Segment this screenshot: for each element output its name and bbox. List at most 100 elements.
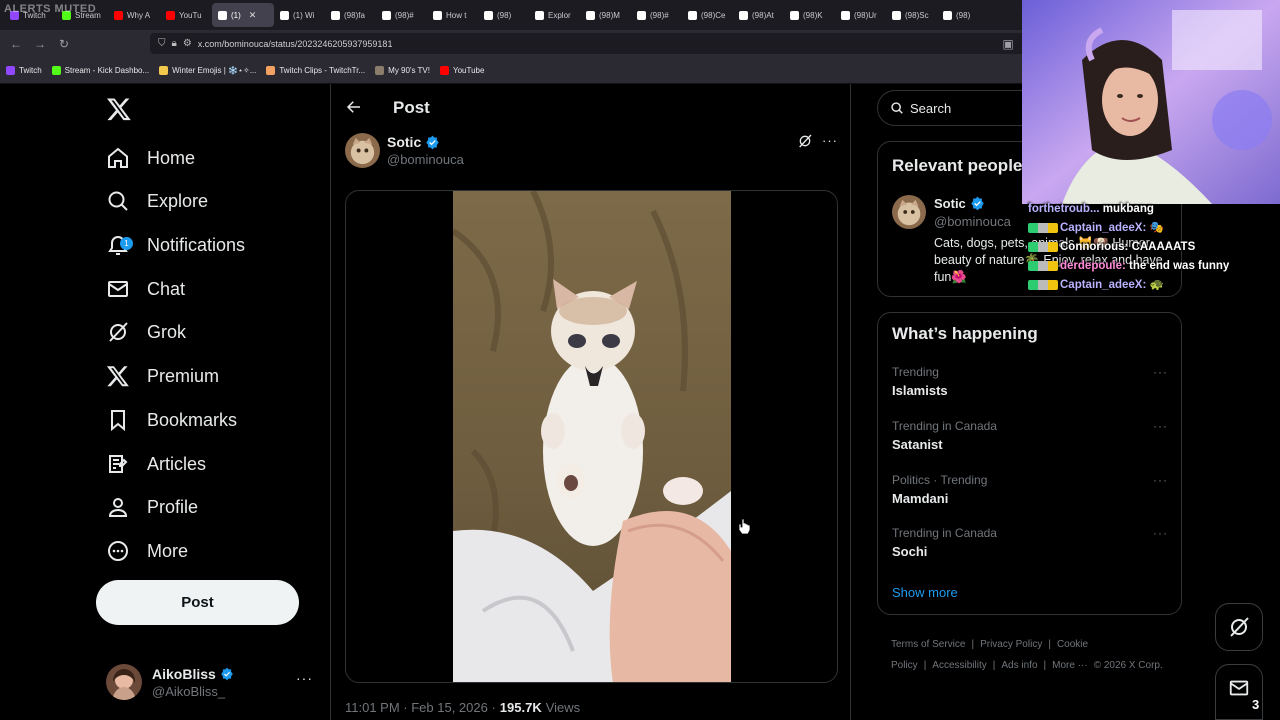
- trend-more-icon[interactable]: ···: [1153, 365, 1168, 379]
- footer-link[interactable]: More ···: [1052, 660, 1088, 671]
- footer-link[interactable]: Ads info: [1001, 660, 1037, 671]
- browser-tab[interactable]: (98)K: [784, 3, 835, 27]
- nav-chat[interactable]: Chat: [106, 269, 185, 309]
- relevant-person-handle[interactable]: @bominouca: [934, 214, 1011, 229]
- author-name[interactable]: Sotic: [387, 134, 440, 150]
- browser-tab[interactable]: YouTu: [160, 3, 212, 27]
- nav-explore-label: Explore: [147, 190, 209, 211]
- back-arrow-icon[interactable]: [345, 98, 363, 116]
- footer-separator: |: [923, 660, 927, 671]
- address-bar[interactable]: ⛉ 🔒︎ ⚙︎ x.com/bominouca/status/202324620…: [150, 33, 1030, 54]
- browser-tab[interactable]: (98): [937, 3, 988, 27]
- bookmark-item[interactable]: Twitch Clips - TwitchTr...: [266, 65, 365, 75]
- nav-bookmarks[interactable]: Bookmarks: [106, 400, 237, 440]
- bookmark-favicon-icon: [440, 65, 449, 75]
- forward-nav-icon[interactable]: →: [28, 32, 52, 56]
- trend-more-icon[interactable]: ···: [1153, 473, 1168, 487]
- browser-tab[interactable]: (98)M: [580, 3, 631, 27]
- browser-tab[interactable]: (1) Wi: [274, 3, 325, 27]
- browser-tab[interactable]: How t: [427, 3, 478, 27]
- browser-tab[interactable]: (98)#: [631, 3, 682, 27]
- nav-more[interactable]: More: [106, 531, 188, 571]
- show-more-link[interactable]: Show more: [892, 585, 958, 600]
- bookmark-item[interactable]: Stream - Kick Dashbo...: [51, 65, 149, 75]
- tab-favicon-icon: [841, 10, 850, 20]
- post-more-icon[interactable]: ···: [822, 133, 838, 148]
- account-more-icon[interactable]: ···: [296, 670, 313, 686]
- trend-item[interactable]: Politics · Trending Mamdani ···: [892, 473, 1172, 513]
- nav-premium[interactable]: Premium: [106, 356, 219, 396]
- grok-icon[interactable]: [797, 133, 813, 149]
- bookmark-favicon-icon: [51, 65, 61, 75]
- footer-link[interactable]: © 2026 X Corp.: [1094, 660, 1163, 671]
- nav-articles[interactable]: Articles: [106, 444, 206, 484]
- browser-tab[interactable]: (98): [478, 3, 529, 27]
- post-timestamp[interactable]: 11:01 PM · Feb 15, 2026 ·: [345, 700, 496, 715]
- reader-view-icon[interactable]: ▣: [996, 32, 1020, 56]
- browser-tab[interactable]: Stream: [56, 3, 108, 27]
- browser-tab[interactable]: Why A: [108, 3, 160, 27]
- chat-badges-icon: [1028, 222, 1058, 233]
- browser-tab[interactable]: (1) ✕: [212, 3, 274, 27]
- bookmark-favicon-icon: [159, 65, 169, 75]
- author-handle[interactable]: @bominouca: [387, 152, 464, 167]
- nav-notifications[interactable]: 1 Notifications: [106, 225, 245, 265]
- browser-tab[interactable]: (98)fa: [325, 3, 376, 27]
- browser-tab[interactable]: (98)Ur: [835, 3, 886, 27]
- author-avatar[interactable]: [345, 133, 380, 168]
- trend-item[interactable]: Trending Islamists ···: [892, 365, 1172, 405]
- stream-chat-line: derdepoule: the end was funny: [1028, 257, 1280, 276]
- account-switcher[interactable]: AikoBliss @AikoBliss_: [106, 662, 316, 702]
- bookmark-item[interactable]: Twitch: [6, 65, 42, 75]
- x-logo-icon[interactable]: [106, 96, 132, 122]
- trend-more-icon[interactable]: ···: [1153, 526, 1168, 540]
- nav-explore[interactable]: Explore: [106, 181, 208, 221]
- cat-video[interactable]: [453, 191, 731, 683]
- nav-profile[interactable]: Profile: [106, 487, 198, 527]
- nav-home[interactable]: Home: [106, 138, 195, 178]
- bookmark-label: Winter Emojis | ❄️⋆✧...: [172, 65, 257, 75]
- tab-favicon-icon: [739, 10, 748, 20]
- post-button[interactable]: Post: [96, 580, 299, 625]
- tab-label: (98)Sc: [905, 10, 929, 20]
- nav-articles-label: Articles: [147, 453, 207, 474]
- bookmark-item[interactable]: YouTube: [440, 65, 485, 75]
- browser-tab[interactable]: (98)#: [376, 3, 427, 27]
- nav-notifications-label: Notifications: [147, 234, 246, 255]
- tab-label: (98)At: [752, 10, 774, 20]
- browser-tab[interactable]: (98)Sc: [886, 3, 937, 27]
- back-nav-icon[interactable]: ←: [4, 32, 28, 56]
- browser-tab[interactable]: (98)At: [733, 3, 784, 27]
- sidebar: Home Explore 1 Notifications Chat Grok P…: [0, 84, 330, 720]
- bookmark-favicon-icon: [6, 65, 15, 75]
- browser-tab[interactable]: Twitch: [4, 3, 56, 27]
- reload-icon[interactable]: ↻: [52, 32, 76, 56]
- verified-badge-icon: [220, 667, 233, 680]
- whats-happening-card: What’s happening Trending Islamists ··· …: [877, 312, 1182, 615]
- user-avatar: [106, 664, 142, 700]
- bookmark-item[interactable]: Winter Emojis | ❄️⋆✧...: [159, 65, 257, 75]
- post-media[interactable]: [345, 190, 838, 683]
- footer-link[interactable]: Terms of Service: [891, 639, 965, 650]
- footer-separator: |: [1048, 639, 1051, 650]
- trend-item[interactable]: Trending in Canada Satanist ···: [892, 419, 1172, 459]
- tab-label: Explor: [548, 10, 571, 20]
- relevant-person-avatar[interactable]: [892, 195, 926, 229]
- chat-message: the end was funny: [1129, 260, 1230, 272]
- bookmark-label: YouTube: [453, 65, 485, 75]
- trend-item[interactable]: Trending in Canada Sochi ···: [892, 526, 1172, 566]
- chat-badges-icon: [1028, 279, 1058, 290]
- trend-more-icon[interactable]: ···: [1153, 419, 1168, 433]
- bookmark-item[interactable]: My 90's TV!: [375, 65, 430, 75]
- tab-favicon-icon: [280, 10, 289, 20]
- nav-grok[interactable]: Grok: [106, 312, 186, 352]
- grok-floating-button[interactable]: [1215, 603, 1263, 651]
- footer-link[interactable]: Privacy Policy: [980, 639, 1042, 650]
- browser-tab[interactable]: Explor: [529, 3, 580, 27]
- browser-tab[interactable]: (98)Ce: [682, 3, 733, 27]
- tab-favicon-icon: [10, 10, 19, 20]
- relevant-person-name[interactable]: Sotic: [934, 196, 985, 211]
- footer-link[interactable]: Accessibility: [932, 660, 986, 671]
- tab-close-icon[interactable]: ✕: [249, 10, 257, 21]
- messages-count: 3: [1252, 697, 1260, 712]
